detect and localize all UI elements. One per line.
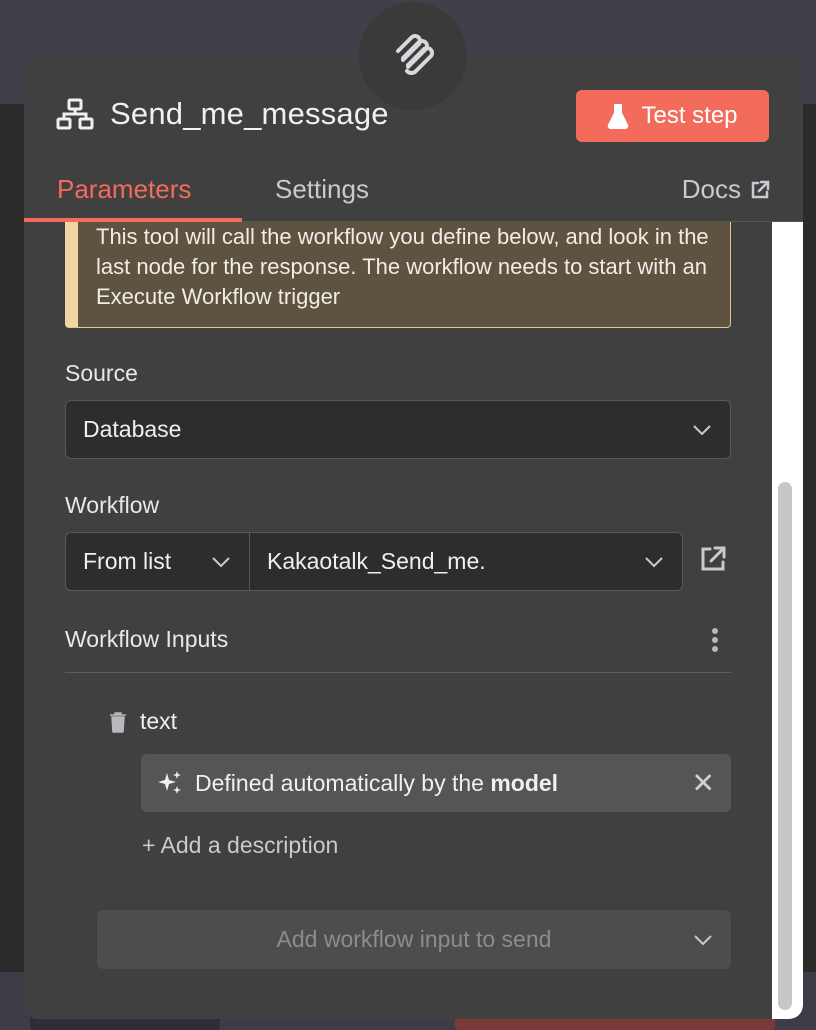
docs-label: Docs — [681, 174, 741, 204]
workflow-label: Workflow — [65, 492, 160, 518]
flask-icon — [608, 104, 629, 129]
source-label: Source — [65, 360, 138, 386]
tab-settings[interactable]: Settings — [275, 174, 369, 205]
test-step-button[interactable]: Test step — [576, 90, 769, 142]
node-detail-panel: Send_me_message Test step Parameters Set… — [24, 56, 803, 1019]
tab-parameters[interactable]: Parameters — [57, 174, 191, 205]
section-divider — [65, 672, 731, 673]
chevron-down-icon — [645, 556, 663, 567]
open-workflow-icon[interactable] — [698, 544, 728, 574]
workflow-select[interactable]: Kakaotalk_Send_me. — [249, 532, 683, 591]
sparkles-icon — [158, 771, 181, 794]
workflow-mode-select[interactable]: From list — [65, 532, 250, 591]
add-input-placeholder: Add workflow input to send — [276, 926, 552, 952]
scrollbar[interactable] — [772, 222, 803, 1019]
chevron-down-icon — [694, 934, 712, 945]
notice-text: This tool will call the workflow you def… — [96, 224, 709, 309]
trash-icon[interactable] — [108, 711, 128, 733]
node-type-icon — [359, 2, 467, 110]
workflow-notice: This tool will call the workflow you def… — [65, 222, 731, 328]
sitemap-icon — [56, 98, 94, 130]
node-title[interactable]: Send_me_message — [110, 96, 389, 132]
external-link-icon — [751, 180, 770, 198]
workflow-value: Kakaotalk_Send_me. — [267, 548, 486, 574]
more-options-icon[interactable] — [712, 628, 720, 656]
scrollbar-thumb[interactable] — [778, 482, 792, 1010]
add-description-link[interactable]: + Add a description — [142, 832, 338, 859]
node-header: Send_me_message — [56, 94, 389, 134]
workflow-mode-value: From list — [83, 548, 172, 574]
test-step-label: Test step — [641, 102, 738, 129]
chevron-down-icon — [693, 424, 711, 435]
add-workflow-input-select[interactable]: Add workflow input to send — [97, 910, 731, 969]
close-icon[interactable]: ✕ — [692, 767, 715, 800]
workflow-inputs-title: Workflow Inputs — [65, 626, 229, 652]
docs-link[interactable]: Docs — [682, 174, 771, 205]
source-select[interactable]: Database — [65, 400, 731, 459]
input-name: text — [140, 708, 178, 734]
workflow-tool-icon — [396, 34, 434, 75]
tab-bar: Parameters Settings Docs — [24, 160, 803, 222]
chevron-down-icon — [212, 556, 230, 567]
parameters-content: This tool will call the workflow you def… — [24, 222, 772, 1019]
source-value: Database — [83, 416, 182, 442]
input-value-auto-model[interactable]: Defined automatically by the model ✕ — [141, 754, 731, 812]
workflow-input-row: text — [108, 708, 177, 735]
model-text: Defined automatically by the model — [195, 769, 559, 796]
